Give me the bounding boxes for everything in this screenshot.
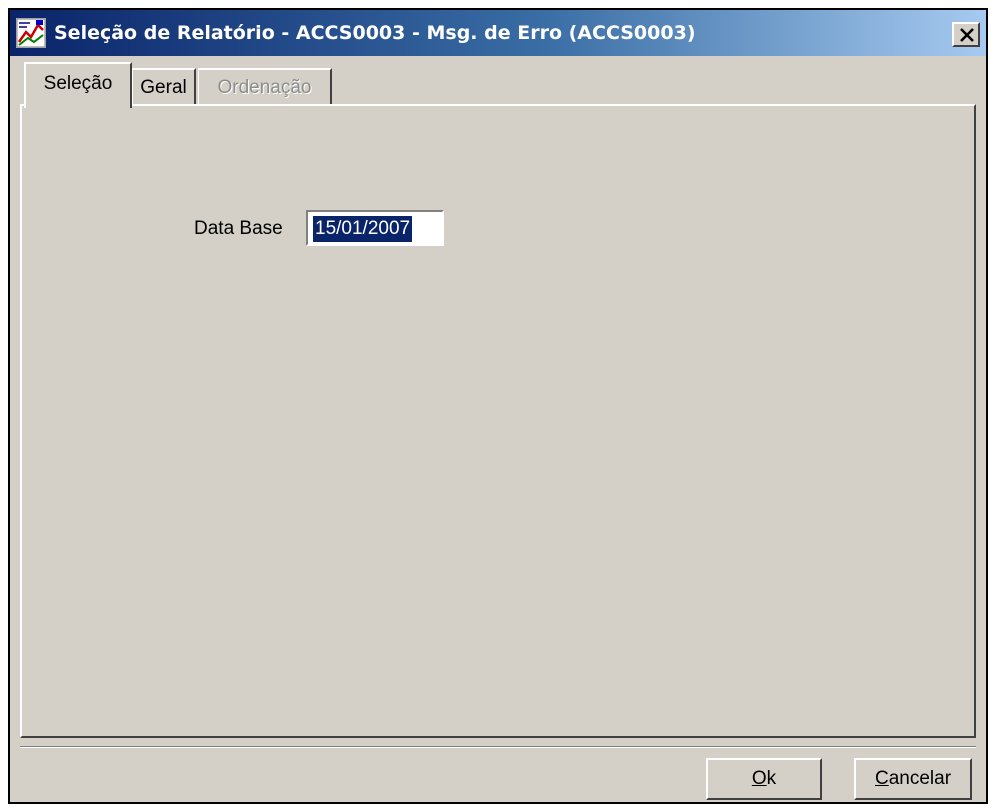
window-title: Seleção de Relatório - ACCS0003 - Msg. d…	[54, 22, 696, 44]
tab-ordenacao: Ordenação	[198, 68, 332, 106]
data-base-label: Data Base	[194, 218, 283, 239]
report-app-icon	[16, 18, 46, 48]
close-button[interactable]	[952, 22, 980, 47]
title-bar[interactable]: Seleção de Relatório - ACCS0003 - Msg. d…	[10, 10, 986, 56]
tab-selecao[interactable]: Seleção	[24, 62, 132, 108]
ok-button[interactable]: Ok	[706, 758, 822, 800]
cancel-button[interactable]: Cancelar	[854, 758, 972, 800]
ok-mnemonic: O	[751, 768, 767, 789]
ok-label-rest: k	[766, 768, 777, 789]
close-icon	[960, 28, 974, 42]
tab-geral[interactable]: Geral	[132, 68, 196, 106]
cancel-label-rest: ancelar	[888, 768, 952, 789]
button-separator	[20, 746, 976, 748]
report-selection-dialog: Seleção de Relatório - ACCS0003 - Msg. d…	[8, 8, 988, 804]
cancel-mnemonic: C	[874, 768, 889, 789]
data-base-value: 15/01/2007	[313, 216, 413, 242]
tab-panel-selecao: Data Base 15/01/2007	[20, 104, 976, 738]
data-base-input[interactable]: 15/01/2007	[306, 210, 444, 246]
